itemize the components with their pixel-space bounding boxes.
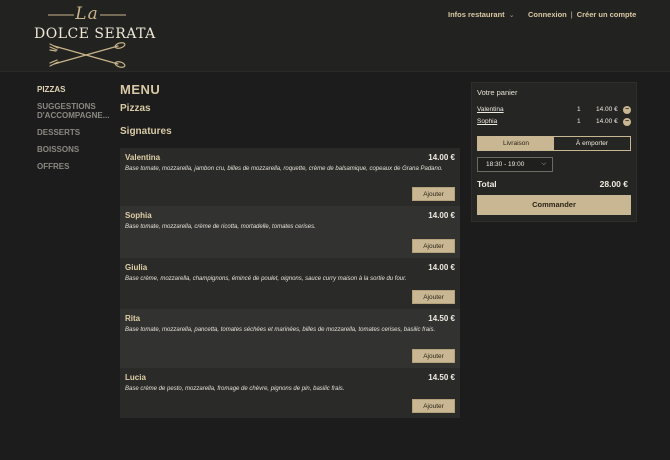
product-card: Valentina 14.00 € Base tomate, mozzarell… [120,148,460,206]
brand-logo[interactable]: La DOLCE SERATA [34,4,156,68]
product-price: 14.00 € [428,153,455,162]
product-price: 14.50 € [428,314,455,323]
product-description: Base crème, mozzarella, champignons, émi… [125,276,407,282]
timeslot-select[interactable]: 18:30 - 19:00 ⌵ [477,157,553,172]
subcategory-title: Signatures [120,126,172,137]
logo-name: DOLCE SERATA [34,26,156,42]
chevron-down-icon: ⌄ [508,11,515,19]
cart-panel: Votre panier Valentina 1 14.00 € − Sophi… [471,82,637,222]
product-price: 14.00 € [428,211,455,220]
cart-line-qty: 1 [577,118,581,125]
cart-line: Valentina 1 14.00 € − [477,106,633,116]
restaurant-info-label: Infos restaurant [448,10,505,19]
menu-title: MENU [120,82,161,97]
cart-line: Sophia 1 14.00 € − [477,118,633,128]
order-button[interactable]: Commander [477,195,631,215]
site-header: La DOLCE SERATA Infos restaurant ⌄ Conne… [0,0,670,72]
timeslot-value: 18:30 - 19:00 [486,161,525,168]
add-button[interactable]: Ajouter [412,239,455,253]
logo-script: La [75,4,99,24]
sidebar-item-suggestions[interactable]: SUGGESTIONS D'ACCOMPAGNE... [37,102,117,120]
cart-line-price: 14.00 € [596,106,618,113]
cart-line-name[interactable]: Sophia [477,118,497,125]
add-button[interactable]: Ajouter [412,349,455,363]
product-name: Rita [125,314,141,323]
account-separator: | [570,10,573,19]
cart-title: Votre panier [477,88,518,97]
login-link[interactable]: Connexion [528,10,567,19]
product-name: Giulia [125,263,148,272]
product-price: 14.00 € [428,263,455,272]
add-button[interactable]: Ajouter [412,187,455,201]
product-description: Base tomate, mozzarella, crème de ricott… [125,224,316,230]
product-name: Valentina [125,153,161,162]
product-name: Lucia [125,373,146,382]
category-sidebar: PIZZAS SUGGESTIONS D'ACCOMPAGNE... DESSE… [37,85,117,179]
product-description: Base tomate, mozzarella, jambon cru, bil… [125,166,443,172]
account-links: Connexion | Créer un compte [528,10,636,19]
product-description: Base crème de pesto, mozzarella, fromage… [125,386,345,392]
category-title: Pizzas [120,103,151,114]
cart-line-qty: 1 [577,106,581,113]
delivery-option[interactable]: Livraison [478,137,554,150]
product-card: Lucia 14.50 € Base crème de pesto, mozza… [120,368,460,418]
remove-icon[interactable]: − [623,118,631,126]
sidebar-item-drinks[interactable]: BOISSONS [37,145,117,154]
crossed-utensils-icon [49,42,126,68]
takeaway-option[interactable]: À emporter [554,137,630,150]
restaurant-info-dropdown[interactable]: Infos restaurant ⌄ [448,10,515,19]
sidebar-item-pizzas[interactable]: PIZZAS [37,85,117,94]
cart-line-price: 14.00 € [596,118,618,125]
add-button[interactable]: Ajouter [412,290,455,304]
add-button[interactable]: Ajouter [412,399,455,413]
register-link[interactable]: Créer un compte [577,10,637,19]
cart-line-name[interactable]: Valentina [477,106,504,113]
product-description: Base tomate, mozzarella, pancetta, tomat… [125,327,436,333]
total-value: 28.00 € [599,179,628,189]
product-card: Rita 14.50 € Base tomate, mozzarella, pa… [120,309,460,368]
order-mode-toggle: Livraison À emporter [477,136,631,151]
product-card: Sophia 14.00 € Base tomate, mozzarella, … [120,206,460,258]
product-card: Giulia 14.00 € Base crème, mozzarella, c… [120,258,460,309]
product-list: Valentina 14.00 € Base tomate, mozzarell… [120,148,460,418]
total-label: Total [477,179,497,189]
sidebar-item-offers[interactable]: OFFRES [37,162,117,171]
product-name: Sophia [125,211,152,220]
remove-icon[interactable]: − [623,106,631,114]
sidebar-item-desserts[interactable]: DESSERTS [37,128,117,137]
product-price: 14.50 € [428,373,455,382]
chevron-down-icon: ⌵ [541,161,546,167]
menu-section: MENU Pizzas Signatures Valentina 14.00 €… [120,82,460,418]
